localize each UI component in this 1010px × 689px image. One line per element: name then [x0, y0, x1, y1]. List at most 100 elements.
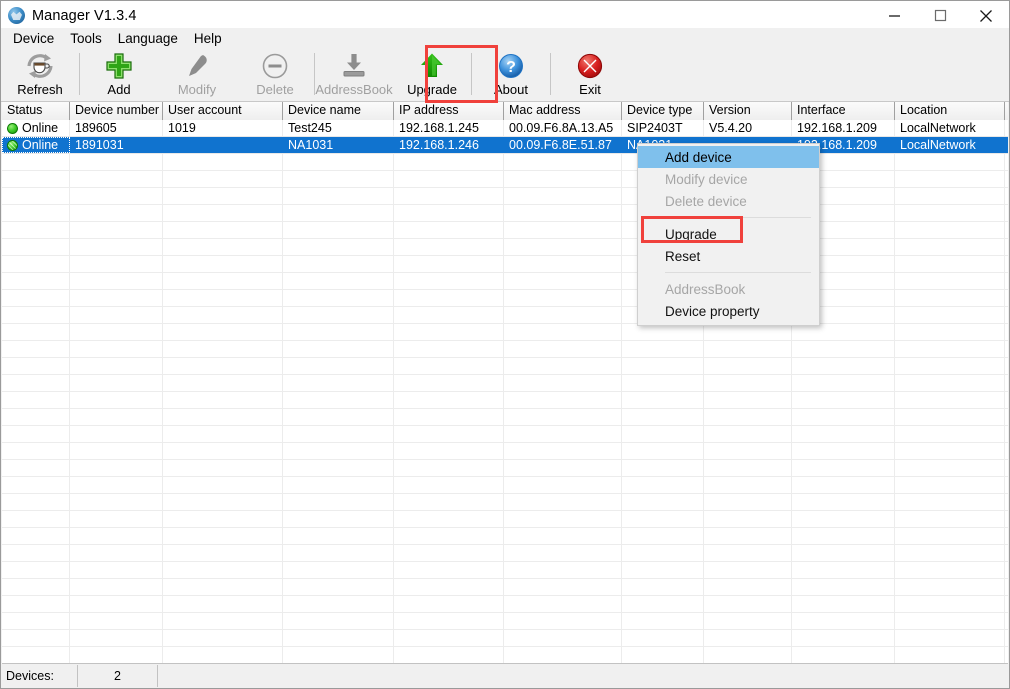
table-empty-row[interactable] [2, 426, 1008, 443]
menu-language[interactable]: Language [110, 29, 186, 48]
table-empty-row[interactable] [2, 290, 1008, 307]
table-empty-row[interactable] [2, 307, 1008, 324]
table-empty-cell [1005, 460, 1008, 477]
table-empty-cell [1005, 443, 1008, 460]
table-header-status[interactable]: Status [2, 102, 70, 120]
table-empty-row[interactable] [2, 494, 1008, 511]
table-empty-cell [2, 290, 70, 307]
table-empty-cell [163, 596, 283, 613]
maximize-icon[interactable] [917, 1, 963, 30]
table-empty-cell [622, 375, 704, 392]
table-header-location[interactable]: Location [895, 102, 1005, 120]
close-icon[interactable] [963, 1, 1009, 30]
table-header-device-name[interactable]: Device name [283, 102, 394, 120]
table-header-device-type[interactable]: Device type [622, 102, 704, 120]
table-empty-row[interactable] [2, 511, 1008, 528]
table-header-device-number[interactable]: Device number [70, 102, 163, 120]
toolbar-button-about[interactable]: ? About [472, 47, 550, 101]
context-menu-item-device-property[interactable]: Device property [638, 300, 819, 322]
table-empty-row[interactable] [2, 171, 1008, 188]
menu-tools[interactable]: Tools [62, 29, 110, 48]
table-header-version[interactable]: Version [704, 102, 792, 120]
toolbar-label-modify: Modify [177, 82, 217, 97]
table-empty-row[interactable] [2, 256, 1008, 273]
table-empty-row[interactable] [2, 613, 1008, 630]
table-empty-cell [792, 443, 895, 460]
table-empty-row[interactable] [2, 358, 1008, 375]
table-header-user-account[interactable]: User account [163, 102, 283, 120]
table-empty-cell [622, 426, 704, 443]
menu-help[interactable]: Help [186, 29, 230, 48]
table-empty-cell [70, 545, 163, 562]
table-header-spacer[interactable] [1005, 102, 1008, 120]
table-empty-row[interactable] [2, 460, 1008, 477]
toolbar-button-exit[interactable]: Exit [551, 47, 629, 101]
context-menu-item-upgrade[interactable]: Upgrade [638, 223, 819, 245]
table-empty-row[interactable] [2, 341, 1008, 358]
table-empty-cell [895, 290, 1005, 307]
table-empty-row[interactable] [2, 443, 1008, 460]
table-empty-cell [70, 596, 163, 613]
table-empty-row[interactable] [2, 596, 1008, 613]
context-menu-item-add-device[interactable]: Add device [638, 146, 819, 168]
table-empty-cell [792, 630, 895, 647]
toolbar-button-upgrade[interactable]: Upgrade [393, 47, 471, 101]
table-empty-cell [704, 579, 792, 596]
table-empty-cell [283, 579, 394, 596]
table-empty-cell [394, 528, 504, 545]
table-empty-cell [163, 392, 283, 409]
table-row[interactable]: Online 1891031 NA1031 192.168.1.246 00.09.F6… [2, 137, 1008, 154]
table-empty-cell [2, 545, 70, 562]
table-empty-row[interactable] [2, 562, 1008, 579]
table-header-ip-address[interactable]: IP address [394, 102, 504, 120]
table-empty-row[interactable] [2, 528, 1008, 545]
table-empty-row[interactable] [2, 579, 1008, 596]
table-cell: 1891031 [70, 137, 163, 153]
table-empty-cell [1005, 375, 1008, 392]
minimize-icon[interactable] [871, 1, 917, 30]
table-empty-cell [895, 528, 1005, 545]
table-cell: NA1031 [283, 137, 394, 153]
table-empty-row[interactable] [2, 154, 1008, 171]
table-empty-row[interactable] [2, 375, 1008, 392]
table-empty-row[interactable] [2, 188, 1008, 205]
table-empty-row[interactable] [2, 545, 1008, 562]
table-empty-cell [704, 494, 792, 511]
table-empty-cell [504, 545, 622, 562]
table-empty-cell [622, 545, 704, 562]
table-empty-cell [895, 171, 1005, 188]
context-menu-separator [665, 217, 811, 218]
table-header-mac-address[interactable]: Mac address [504, 102, 622, 120]
table-empty-row[interactable] [2, 630, 1008, 647]
table-empty-cell [504, 443, 622, 460]
table-empty-cell [70, 358, 163, 375]
table-cell: 189605 [70, 120, 163, 136]
table-empty-row[interactable] [2, 205, 1008, 222]
table-empty-row[interactable] [2, 273, 1008, 290]
table-empty-row[interactable] [2, 222, 1008, 239]
green-online-dot-hatched-icon [7, 139, 18, 151]
blue-question-icon: ? [496, 51, 526, 81]
table-empty-row[interactable] [2, 477, 1008, 494]
table-empty-cell [394, 545, 504, 562]
table-row[interactable]: Online 189605 1019 Test245 192.168.1.245 00.0… [2, 120, 1008, 137]
table-empty-cell [622, 409, 704, 426]
toolbar-button-refresh[interactable]: Refresh [1, 47, 79, 101]
toolbar-button-add[interactable]: Add [80, 47, 158, 101]
table-empty-row[interactable] [2, 409, 1008, 426]
status-extra-pane [158, 665, 1008, 687]
table-cell: SIP2403T [622, 120, 704, 136]
table-empty-row[interactable] [2, 647, 1008, 664]
table-cell [1005, 120, 1008, 136]
table-empty-cell [704, 392, 792, 409]
table-empty-cell [1005, 290, 1008, 307]
context-menu-item-reset[interactable]: Reset [638, 245, 819, 267]
table-header-interface[interactable]: Interface [792, 102, 895, 120]
table-empty-cell [2, 630, 70, 647]
context-menu[interactable]: Add device Modify device Delete device Upgr… [637, 143, 820, 326]
table-empty-cell [283, 392, 394, 409]
table-empty-row[interactable] [2, 324, 1008, 341]
table-empty-row[interactable] [2, 392, 1008, 409]
table-empty-row[interactable] [2, 239, 1008, 256]
menu-device[interactable]: Device [5, 29, 62, 48]
